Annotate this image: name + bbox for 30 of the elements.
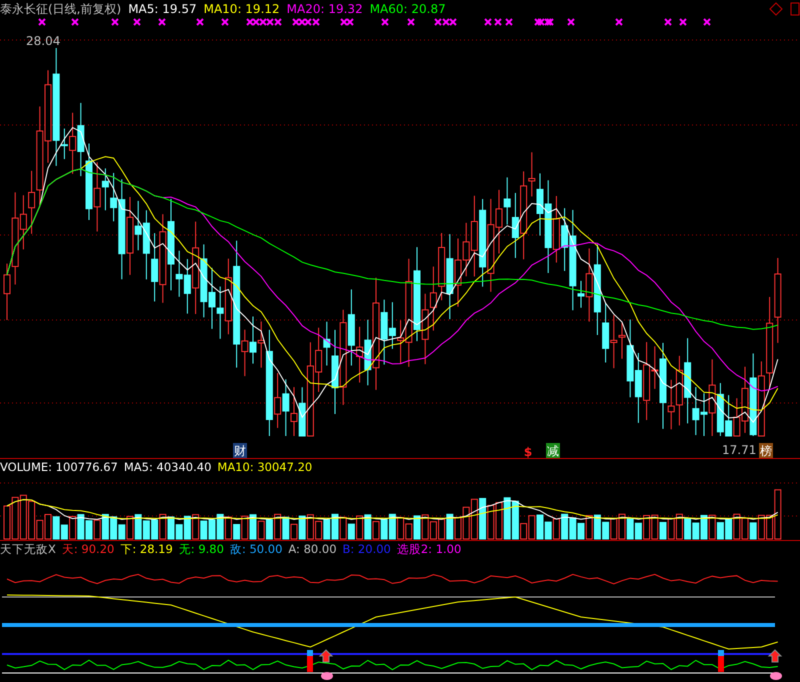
- volume-reading: MA10: 30047.20: [217, 459, 312, 475]
- ma-reading: MA20: 19.32: [286, 1, 363, 17]
- indicator-reading: 敌: 50.00: [230, 541, 282, 557]
- event-tag[interactable]: 减: [546, 443, 560, 458]
- ma-reading: MA10: 19.12: [204, 1, 280, 17]
- volume-reading: MA5: 40340.40: [124, 459, 212, 475]
- ma-reading: MA60: 20.87: [370, 1, 446, 17]
- signal-bar: [307, 650, 313, 672]
- event-tag[interactable]: $: [524, 445, 532, 458]
- gem-icon: [321, 672, 333, 680]
- up-arrow-icon: [318, 649, 334, 662]
- low-price-label: 17.71: [722, 443, 756, 457]
- diamond-icon[interactable]: [769, 2, 783, 16]
- signal-bar: [718, 650, 724, 672]
- indicator-reading: B: 20.00: [342, 541, 391, 557]
- ma-reading: MA5: 19.57: [128, 1, 197, 17]
- up-arrow-icon: [768, 649, 782, 662]
- volume-reading: VOLUME: 100776.67: [0, 459, 118, 475]
- indicator-reading: 下: 28.19: [120, 541, 173, 557]
- indicator-reading: A: 80.00: [288, 541, 337, 557]
- indicator-name: 天下无敌X: [0, 541, 56, 557]
- gem-icon: [770, 672, 782, 680]
- window-icon[interactable]: [790, 2, 800, 16]
- indicator-reading: 无: 9.80: [178, 541, 224, 557]
- indicator-reading: 选股2: 1.00: [396, 541, 462, 557]
- indicator-reading: 天: 90.20: [62, 541, 114, 557]
- event-tag[interactable]: 榜: [759, 443, 773, 458]
- high-price-label: 28.04: [26, 34, 60, 48]
- event-tag[interactable]: 财: [233, 443, 247, 458]
- chart-title: 泰永长征(日线,前复权): [0, 1, 122, 17]
